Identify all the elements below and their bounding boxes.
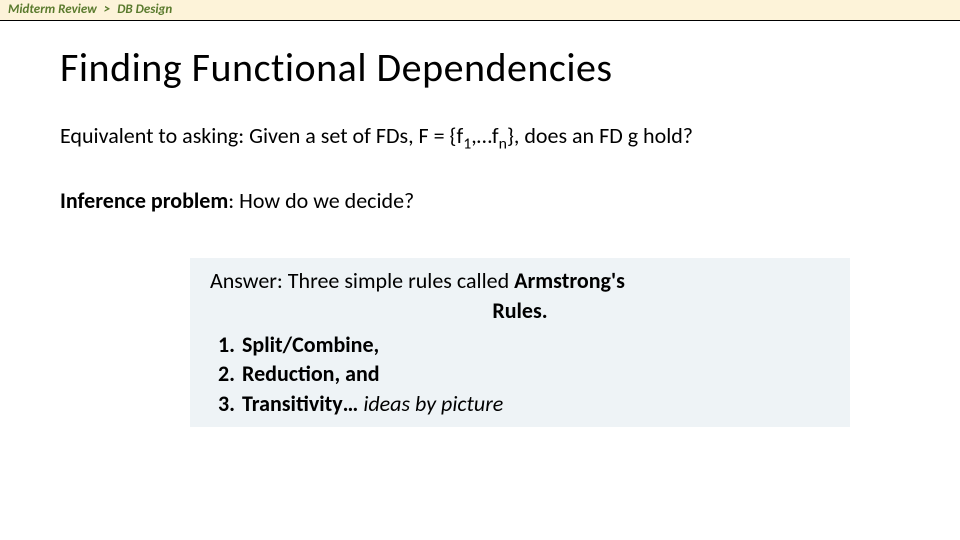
slide-content: Finding Functional Dependencies Equivale… — [0, 21, 960, 427]
inference-rest: : How do we decide? — [228, 187, 414, 214]
equivalent-sub1: 1 — [463, 134, 471, 153]
inference-line: Inference problem: How do we decide? — [60, 187, 900, 214]
rules-list: Split/Combine, Reduction, and Transitivi… — [216, 330, 830, 419]
rule-3: Transitivity… — [242, 390, 358, 417]
inference-label: Inference problem — [60, 187, 228, 214]
breadcrumb-separator: > — [100, 2, 114, 17]
answer-line2: Rules. — [492, 297, 547, 324]
list-item: Reduction, and — [240, 359, 830, 389]
equivalent-line: Equivalent to asking: Given a set of FDs… — [60, 122, 900, 153]
answer-text: Answer: Three simple rules called Armstr… — [210, 266, 830, 325]
equivalent-mid: ,…f — [471, 122, 498, 149]
breadcrumb-part1: Midterm Review — [8, 2, 97, 17]
answer-line1a: Answer: Three simple rules called — [210, 267, 514, 294]
answer-line1b: Armstrong's — [514, 267, 625, 294]
rule-1: Split/Combine, — [242, 331, 379, 358]
list-item: Split/Combine, — [240, 330, 830, 360]
equivalent-sub2: n — [499, 134, 507, 153]
answer-box: Answer: Three simple rules called Armstr… — [190, 258, 850, 426]
ideas-text: ideas by picture — [358, 390, 503, 417]
list-item: Transitivity… ideas by picture — [240, 389, 830, 419]
equivalent-post: }, does an FD g hold? — [507, 122, 693, 149]
breadcrumb: Midterm Review > DB Design — [0, 0, 960, 21]
page-title: Finding Functional Dependencies — [60, 43, 900, 92]
breadcrumb-part2: DB Design — [117, 2, 172, 17]
rule-2: Reduction, and — [242, 360, 380, 387]
equivalent-pre: Equivalent to asking: Given a set of FDs… — [60, 122, 463, 149]
